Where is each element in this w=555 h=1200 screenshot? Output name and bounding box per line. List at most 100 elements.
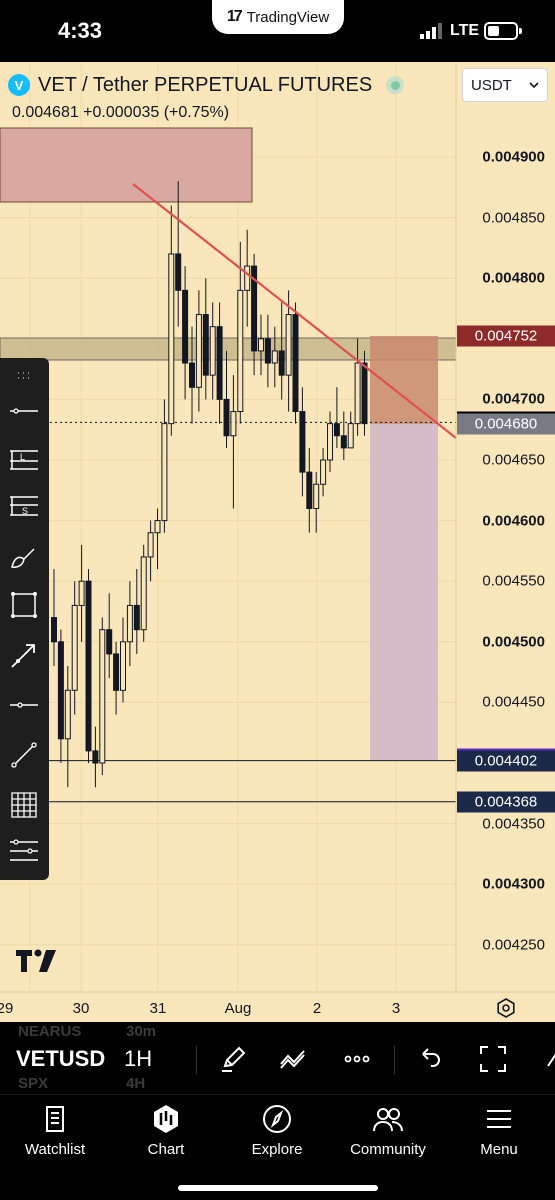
candle-body: [154, 520, 161, 534]
candle-body: [223, 398, 230, 437]
candle-body: [182, 289, 189, 364]
tab-label: Community: [350, 1141, 426, 1158]
price-axis-label: 0.004900: [482, 148, 545, 166]
tab-chart[interactable]: Chart: [111, 1103, 221, 1158]
fullscreen-icon[interactable]: [476, 1042, 510, 1076]
rectangle-icon[interactable]: [5, 586, 43, 624]
tradingview-pill[interactable]: 17 TradingView: [212, 0, 344, 34]
indicators-icon[interactable]: [277, 1042, 311, 1076]
candle-body: [230, 411, 237, 437]
status-time: 4:33: [58, 18, 103, 43]
price-axis-label: 0.004450: [482, 693, 545, 711]
drawing-toolbar[interactable]: LS: [0, 358, 49, 880]
price-axis-label: 0.004650: [482, 451, 545, 469]
candle-body: [168, 253, 175, 425]
candle-body: [161, 423, 168, 522]
price-tag: 0.004752: [457, 325, 555, 347]
candle-body: [92, 750, 99, 764]
candle-body: [292, 314, 299, 413]
home-indicator[interactable]: [178, 1185, 378, 1191]
ghost-interval: 30m: [126, 1023, 157, 1040]
candle-body: [306, 471, 313, 509]
chart-canvas[interactable]: [0, 62, 555, 1022]
svg-text:L: L: [20, 452, 25, 462]
drag-handle-icon[interactable]: [5, 358, 43, 396]
candle-body: [140, 556, 147, 631]
candle-body: [99, 629, 106, 764]
chevron-down-icon: [529, 81, 539, 88]
more-options-icon[interactable]: [340, 1042, 374, 1076]
price-axis-label: 0.004300: [482, 875, 545, 893]
parallel-lines-icon[interactable]: [5, 832, 43, 870]
candle-body: [57, 641, 64, 740]
horizontal-ray-icon[interactable]: [5, 686, 43, 724]
symbol-header[interactable]: V VET / Tether PERPETUAL FUTURES: [8, 72, 405, 98]
candle-body: [85, 580, 92, 752]
time-axis-label: 3: [391, 1000, 401, 1017]
candle-body: [320, 459, 327, 485]
short-position-icon[interactable]: S: [5, 488, 43, 526]
candle-body: [278, 350, 285, 376]
drawing-pen-icon[interactable]: [217, 1042, 251, 1076]
price-axis-label: 0.004250: [482, 936, 545, 954]
candle-body: [209, 326, 216, 376]
currency-value: USDT: [471, 76, 512, 94]
candle-body: [64, 689, 71, 740]
price-axis-label: 0.004500: [482, 633, 545, 651]
arrow-icon[interactable]: [5, 636, 43, 674]
time-axis-label: Aug: [224, 1000, 252, 1017]
tab-label: Explore: [251, 1141, 303, 1158]
candle-body: [120, 641, 126, 691]
candle-body: [202, 314, 209, 376]
vet-coin-icon: V: [8, 74, 30, 96]
symbol-button[interactable]: VETUSD: [16, 1046, 105, 1072]
market-status-icon[interactable]: [386, 76, 405, 94]
chart-panel[interactable]: V VET / Tether PERPETUAL FUTURES 0.00468…: [0, 62, 555, 1022]
price-tag: 0.004680: [457, 413, 555, 435]
currency-select[interactable]: USDT: [462, 68, 548, 102]
fib-grid-icon[interactable]: [5, 786, 43, 824]
candle-body: [340, 435, 347, 449]
ghost-symbol: SPX: [18, 1075, 49, 1092]
price-change: 0.004681 +0.000035 (+0.75%): [12, 104, 230, 121]
price-axis-label: 0.004800: [482, 269, 545, 287]
candle-body: [299, 411, 306, 473]
supply-zone: [0, 127, 253, 203]
toolbar-divider: [196, 1046, 197, 1074]
time-axis[interactable]: 29 30 31 Aug 2 3: [0, 992, 555, 1022]
tradingview-pill-label: TradingView: [246, 8, 330, 26]
tab-explore[interactable]: Explore: [222, 1103, 332, 1158]
price-axis-label: 0.004600: [482, 512, 545, 530]
battery-icon: [484, 22, 522, 40]
trend-line-icon[interactable]: [5, 736, 43, 774]
undo-icon[interactable]: [413, 1042, 447, 1076]
long-position-icon[interactable]: L: [5, 440, 43, 478]
time-axis-label: 31: [149, 1000, 167, 1017]
carrier-label: LTE: [450, 22, 480, 39]
candle-body: [195, 314, 202, 388]
menu-icon: [487, 1110, 511, 1128]
candle-body: [126, 604, 133, 643]
tradingview-logo-icon: 17: [226, 8, 243, 25]
candle-body: [354, 362, 361, 425]
time-axis-label: 30: [72, 1000, 90, 1017]
time-axis-label: 2: [312, 1000, 322, 1017]
tab-label: Watchlist: [24, 1141, 86, 1158]
price-axis-label: 0.004700: [482, 390, 545, 408]
chart-toolbar: NEARUS 30m SPX 4H VETUSD 1H: [0, 1024, 555, 1094]
price-axis-label: 0.004850: [482, 209, 545, 227]
brush-icon[interactable]: [5, 538, 43, 576]
candle-body: [175, 253, 182, 291]
tab-label: Chart: [147, 1141, 185, 1158]
interval-button[interactable]: 1H: [124, 1046, 152, 1072]
horizontal-line-icon[interactable]: [5, 392, 43, 430]
candle-body: [347, 423, 354, 449]
time-axis-label: 29: [0, 1000, 14, 1017]
chart-settings-icon[interactable]: [494, 996, 518, 1020]
candle-body: [78, 580, 85, 606]
tab-watchlist[interactable]: Watchlist: [0, 1103, 110, 1158]
symbol-title[interactable]: VET / Tether PERPETUAL FUTURES: [38, 74, 372, 97]
tab-community[interactable]: Community: [333, 1103, 443, 1158]
candle-body: [106, 629, 113, 655]
tab-menu[interactable]: Menu: [444, 1103, 554, 1158]
